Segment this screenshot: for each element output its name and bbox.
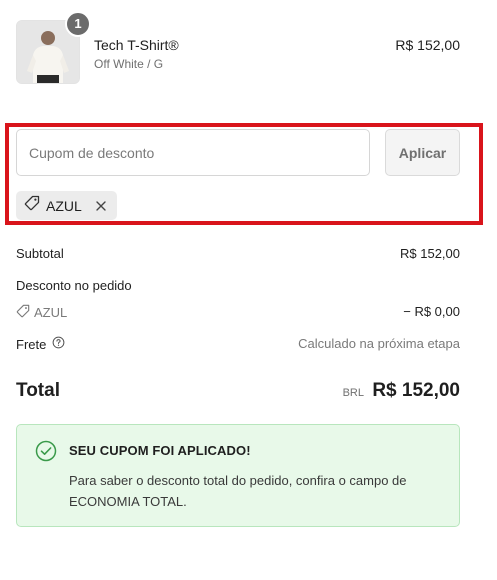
applied-coupon-code: AZUL [46, 197, 82, 214]
notice-title: SEU CUPOM FOI APLICADO! [69, 443, 251, 458]
shipping-value: Calculado na próxima etapa [298, 336, 460, 351]
discount-code-text: AZUL [34, 305, 68, 320]
subtotal-label: Subtotal [16, 246, 64, 261]
product-name: Tech T-Shirt® [94, 37, 179, 53]
discount-label: Desconto no pedido [16, 278, 132, 293]
quantity-badge: 1 [65, 11, 91, 37]
total-value: R$ 152,00 [372, 380, 460, 401]
discount-code: AZUL [16, 304, 67, 321]
apply-coupon-button[interactable]: Aplicar [385, 129, 460, 176]
total-row: Total BRL R$ 152,00 [16, 380, 460, 406]
coupon-applied-notice: SEU CUPOM FOI APLICADO! Para saber o des… [16, 424, 460, 527]
checkout-summary: 1 Tech T-Shirt® Off White / G R$ 152,00 … [0, 0, 497, 580]
shipping-label-group: Frete [16, 336, 65, 352]
discount-value: − R$ 0,00 [403, 304, 460, 319]
subtotal-row: Subtotal R$ 152,00 [16, 246, 460, 266]
product-price: R$ 152,00 [395, 37, 460, 53]
shipping-label: Frete [16, 336, 47, 352]
coupon-input[interactable] [16, 129, 370, 176]
line-item: 1 Tech T-Shirt® Off White / G R$ 152,00 [16, 11, 460, 84]
total-label: Total [16, 380, 60, 401]
applied-coupon-chip: AZUL [16, 191, 117, 220]
tag-icon [16, 304, 30, 321]
help-circle-icon[interactable] [52, 336, 65, 352]
discount-row: Desconto no pedido [16, 278, 460, 298]
tag-icon [24, 195, 40, 216]
check-circle-icon [35, 440, 57, 462]
notice-text: Para saber o desconto total do pedido, c… [69, 473, 407, 509]
product-variant: Off White / G [94, 57, 164, 71]
subtotal-value: R$ 152,00 [400, 246, 460, 261]
shipping-row: Frete Calculado na próxima etapa [16, 336, 460, 356]
discount-code-row: AZUL − R$ 0,00 [16, 304, 460, 324]
total-currency: BRL [342, 387, 364, 399]
close-icon[interactable] [94, 199, 108, 213]
